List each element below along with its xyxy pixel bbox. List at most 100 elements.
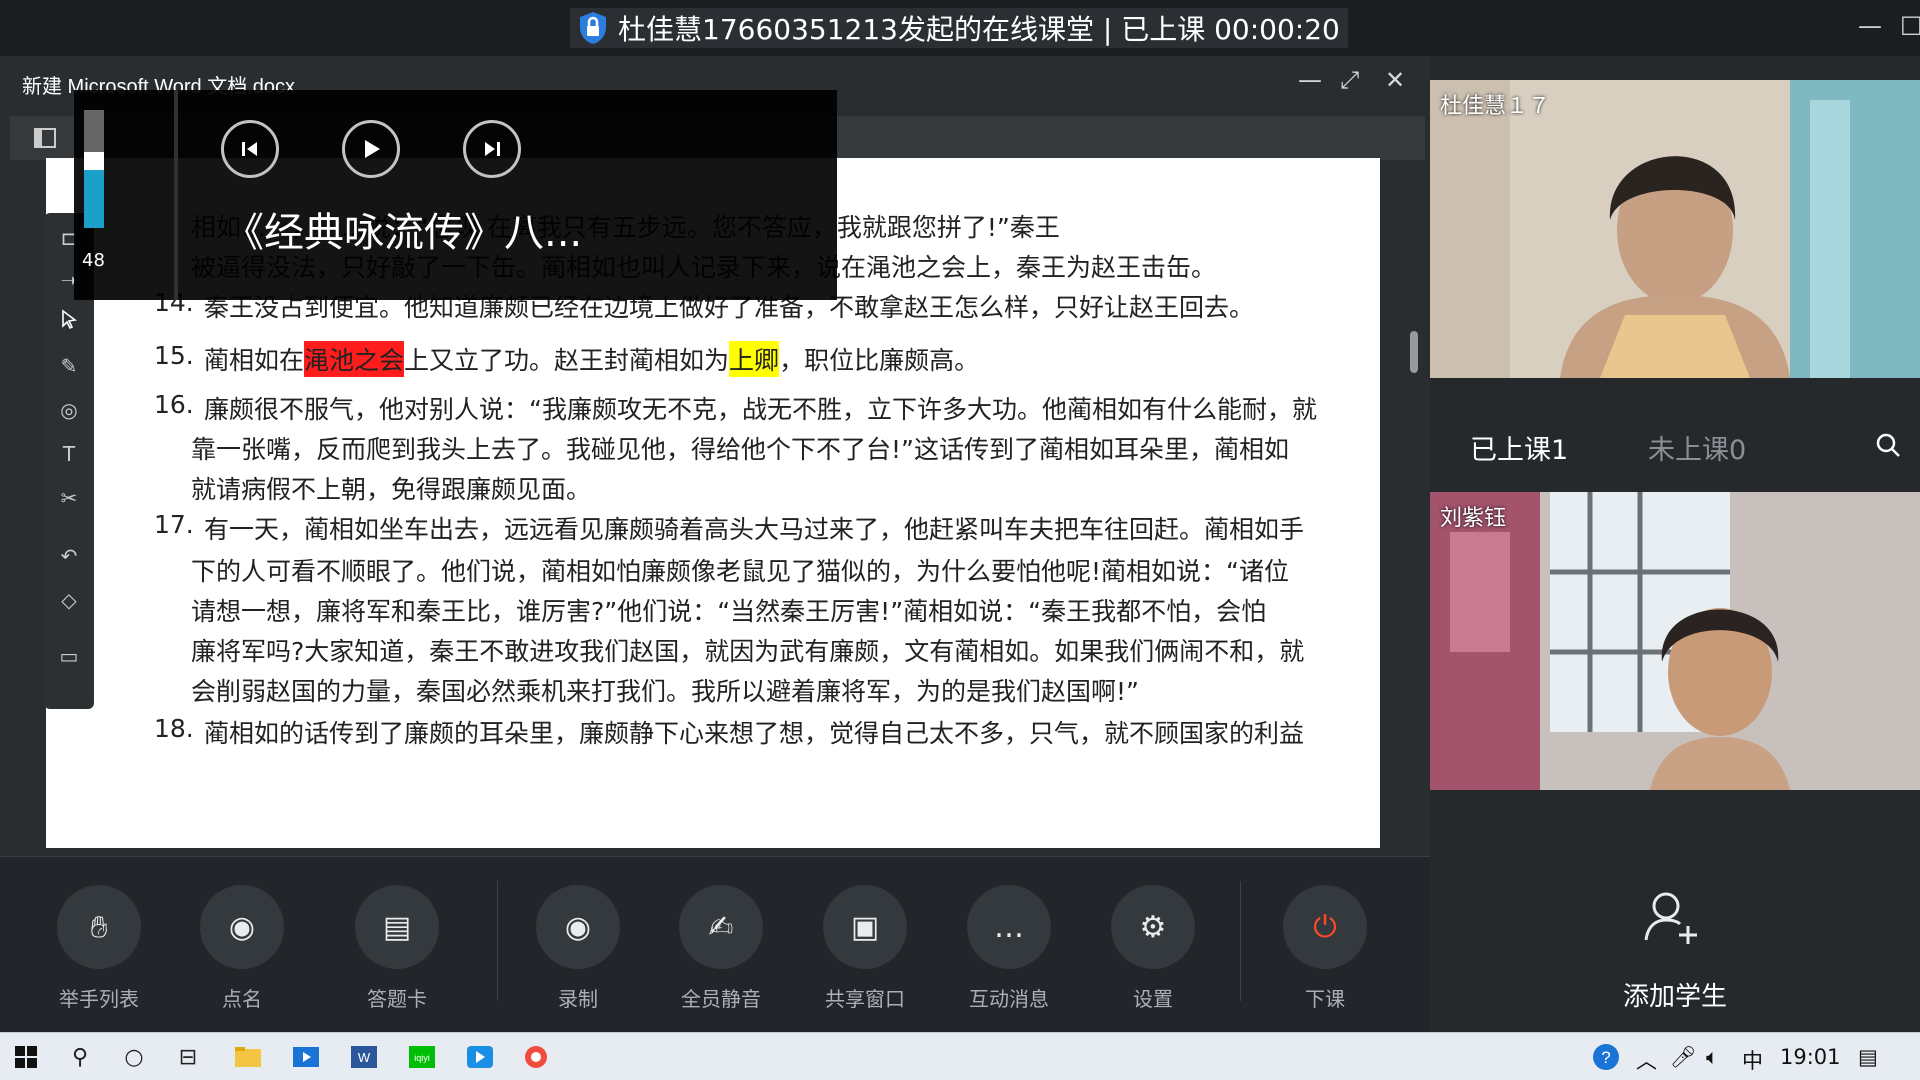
volume-slider-thumb[interactable]: [84, 152, 104, 170]
control-button-answer-card[interactable]: ▤ 答题卡: [342, 885, 452, 1012]
control-label: 下课: [1305, 987, 1345, 1011]
play-icon: [365, 140, 380, 158]
document-line: 请想一想，廉将军和秦王比，谁厉害?”他们说：“当然秦王厉害!”蔺相如说：“秦王我…: [191, 597, 1267, 626]
share-window-icon-glyph: ▣: [850, 909, 880, 945]
doc-close-button[interactable]: ✕: [1385, 66, 1405, 94]
search-icon[interactable]: [1875, 432, 1901, 458]
shapes-icon[interactable]: ◎: [56, 397, 82, 423]
volume-value: 48: [82, 250, 105, 271]
notifications-icon[interactable]: ▤: [1858, 1045, 1878, 1069]
message-icon-glyph: …: [994, 909, 1024, 945]
volume-icon[interactable]: 🔈︎: [1706, 1045, 1719, 1070]
document-line: 靠一张嘴，反而爬到我头上去了。我碰见他，得给他个下不了台!”这话传到了蔺相如耳朵…: [191, 435, 1289, 464]
control-button-message[interactable]: … 互动消息: [954, 885, 1064, 1012]
media-app-icon[interactable]: [290, 1041, 322, 1073]
control-button-gear[interactable]: ⚙ 设置: [1098, 885, 1208, 1012]
document-line: 廉将军吗?大家知道，秦王不敢进攻我们赵国，就因为武有廉颇，文有蔺相如。如果我们俩…: [191, 637, 1305, 666]
word-icon[interactable]: W: [348, 1041, 380, 1073]
student-video[interactable]: 刘紫钰: [1430, 492, 1920, 790]
hand-icon-glyph: ✋︎: [90, 909, 108, 945]
control-label: 举手列表: [59, 987, 139, 1011]
control-label: 全员静音: [681, 987, 761, 1011]
toolbox-icon[interactable]: ▭: [56, 643, 82, 669]
control-button-power[interactable]: ⏻ 下课: [1270, 885, 1380, 1012]
microphone-icon[interactable]: 🎤︎: [1670, 1045, 1697, 1070]
line-text: 渑池之会: [304, 346, 405, 375]
share-window-icon: ▣: [823, 885, 907, 969]
scissors-icon[interactable]: ✂: [56, 485, 82, 511]
windows-logo-icon: [15, 1046, 37, 1068]
control-label: 设置: [1133, 987, 1173, 1011]
record-icon: ◉: [536, 885, 620, 969]
record-icon-glyph: ◉: [564, 909, 592, 945]
tab-absent[interactable]: 未上课0: [1648, 428, 1746, 467]
teacher-video-feed: [1430, 80, 1920, 378]
text-tool-icon[interactable]: T: [56, 441, 82, 467]
control-label: 点名: [222, 987, 262, 1011]
shield-lock-icon: [580, 12, 606, 44]
student-name: 刘紫钰: [1440, 506, 1507, 531]
add-student-label: 添加学生: [1622, 982, 1727, 1012]
line-segment: ，职位比廉颇高。: [779, 346, 979, 375]
iqiyi-icon[interactable]: iqiyi: [406, 1041, 438, 1073]
document-line: 下的人可看不顺眼了。他们说，蔺相如怕廉颇像老鼠见了猫似的，为什么要怕他呢!蔺相如…: [191, 557, 1289, 586]
media-title: 《经典咏流传》八...: [224, 210, 583, 256]
paragraph-number: 16.: [154, 390, 194, 419]
volume-slider-fill: [84, 170, 104, 228]
task-view-icon[interactable]: ⊟: [172, 1041, 204, 1073]
window-maximize-button[interactable]: □: [1900, 10, 1920, 38]
message-icon: …: [967, 885, 1051, 969]
control-button-share-window[interactable]: ▣ 共享窗口: [810, 885, 920, 1012]
taskbar-search-icon[interactable]: ⚲: [64, 1041, 96, 1073]
control-button-record[interactable]: ◉ 录制: [523, 885, 633, 1012]
teacher-video[interactable]: 杜佳慧１７: [1430, 80, 1920, 378]
file-explorer-icon[interactable]: [232, 1041, 264, 1073]
pen-icon[interactable]: ✎: [56, 353, 82, 379]
add-student-button[interactable]: 添加学生: [1430, 870, 1920, 1030]
line-text: 上卿: [729, 346, 780, 375]
line-segment: 蔺相如在: [204, 346, 304, 375]
line-text: 蔺相如在: [204, 346, 305, 375]
play-button[interactable]: [342, 120, 400, 178]
teacher-name: 杜佳慧１７: [1440, 94, 1551, 119]
classroom-title: 杜佳慧17660351213发起的在线课堂 | 已上课 00:00:20: [570, 8, 1348, 48]
undo-icon[interactable]: ↶: [56, 543, 82, 569]
cortana-icon[interactable]: ○: [118, 1041, 150, 1073]
tab-attended[interactable]: 已上课1: [1470, 428, 1568, 467]
next-track-button[interactable]: [463, 120, 521, 178]
control-button-mute-all[interactable]: ✍︎ 全员静音: [666, 885, 776, 1012]
mute-all-icon: ✍︎: [679, 885, 763, 969]
clock[interactable]: 19:01: [1780, 1045, 1841, 1069]
document-line: 有一天，蔺相如坐车出去，远远看见廉颇骑着高头大马过来了，他赶紧叫车夫把车往回赶。…: [204, 515, 1305, 544]
document-scrollbar[interactable]: [1410, 331, 1418, 373]
sidebar-toggle-icon[interactable]: [34, 128, 56, 148]
ime-indicator[interactable]: 中: [1742, 1045, 1763, 1075]
classroom-app-icon[interactable]: [464, 1041, 496, 1073]
help-icon[interactable]: ?: [1590, 1041, 1622, 1073]
attendance-tabs: 已上课1 未上课0: [1430, 410, 1920, 480]
doc-restore-button[interactable]: ⤢: [1340, 66, 1359, 94]
classroom-title-bar: 杜佳慧17660351213发起的在线课堂 | 已上课 00:00:20 — □: [0, 0, 1920, 56]
control-label: 互动消息: [969, 987, 1049, 1011]
classroom-control-bar: ✋︎ 举手列表 ◉ 点名 ▤ 答题卡 ◉ 录制 ✍︎ 全员静音 ▣ 共享窗口 … 互动消息 ⚙ 设置 ⏻ 下课: [0, 856, 1430, 1032]
tray-expand-icon[interactable]: ︿: [1636, 1045, 1657, 1075]
previous-track-button[interactable]: [221, 120, 279, 178]
control-button-hand[interactable]: ✋︎ 举手列表: [44, 885, 154, 1012]
start-button[interactable]: [10, 1041, 42, 1073]
doc-minimize-button[interactable]: —: [1298, 66, 1322, 94]
eraser-icon[interactable]: ◇: [56, 587, 82, 613]
control-divider: [497, 881, 498, 1001]
window-minimize-button[interactable]: —: [1858, 12, 1882, 40]
hand-icon: ✋︎: [57, 885, 141, 969]
svg-text:W: W: [358, 1050, 371, 1065]
gear-icon: ⚙: [1111, 885, 1195, 969]
document-line: 蔺相如在渑池之会上又立了功。赵王封蔺相如为上卿qīng，职位比廉颇高。: [204, 341, 1340, 377]
browser-icon[interactable]: [520, 1041, 552, 1073]
answer-card-icon: ▤: [355, 885, 439, 969]
select-arrow-icon[interactable]: [56, 309, 82, 335]
document-line: 蔺相如的话传到了廉颇的耳朵里，廉颇静下心来想了想，觉得自己太不多，只气，就不顾国…: [204, 719, 1305, 748]
control-label: 答题卡: [367, 987, 427, 1011]
highlight-yellow: 上卿qīng: [729, 341, 780, 377]
control-button-roll-call[interactable]: ◉ 点名: [187, 885, 297, 1012]
line-text: ，职位比廉颇高。: [779, 346, 980, 375]
